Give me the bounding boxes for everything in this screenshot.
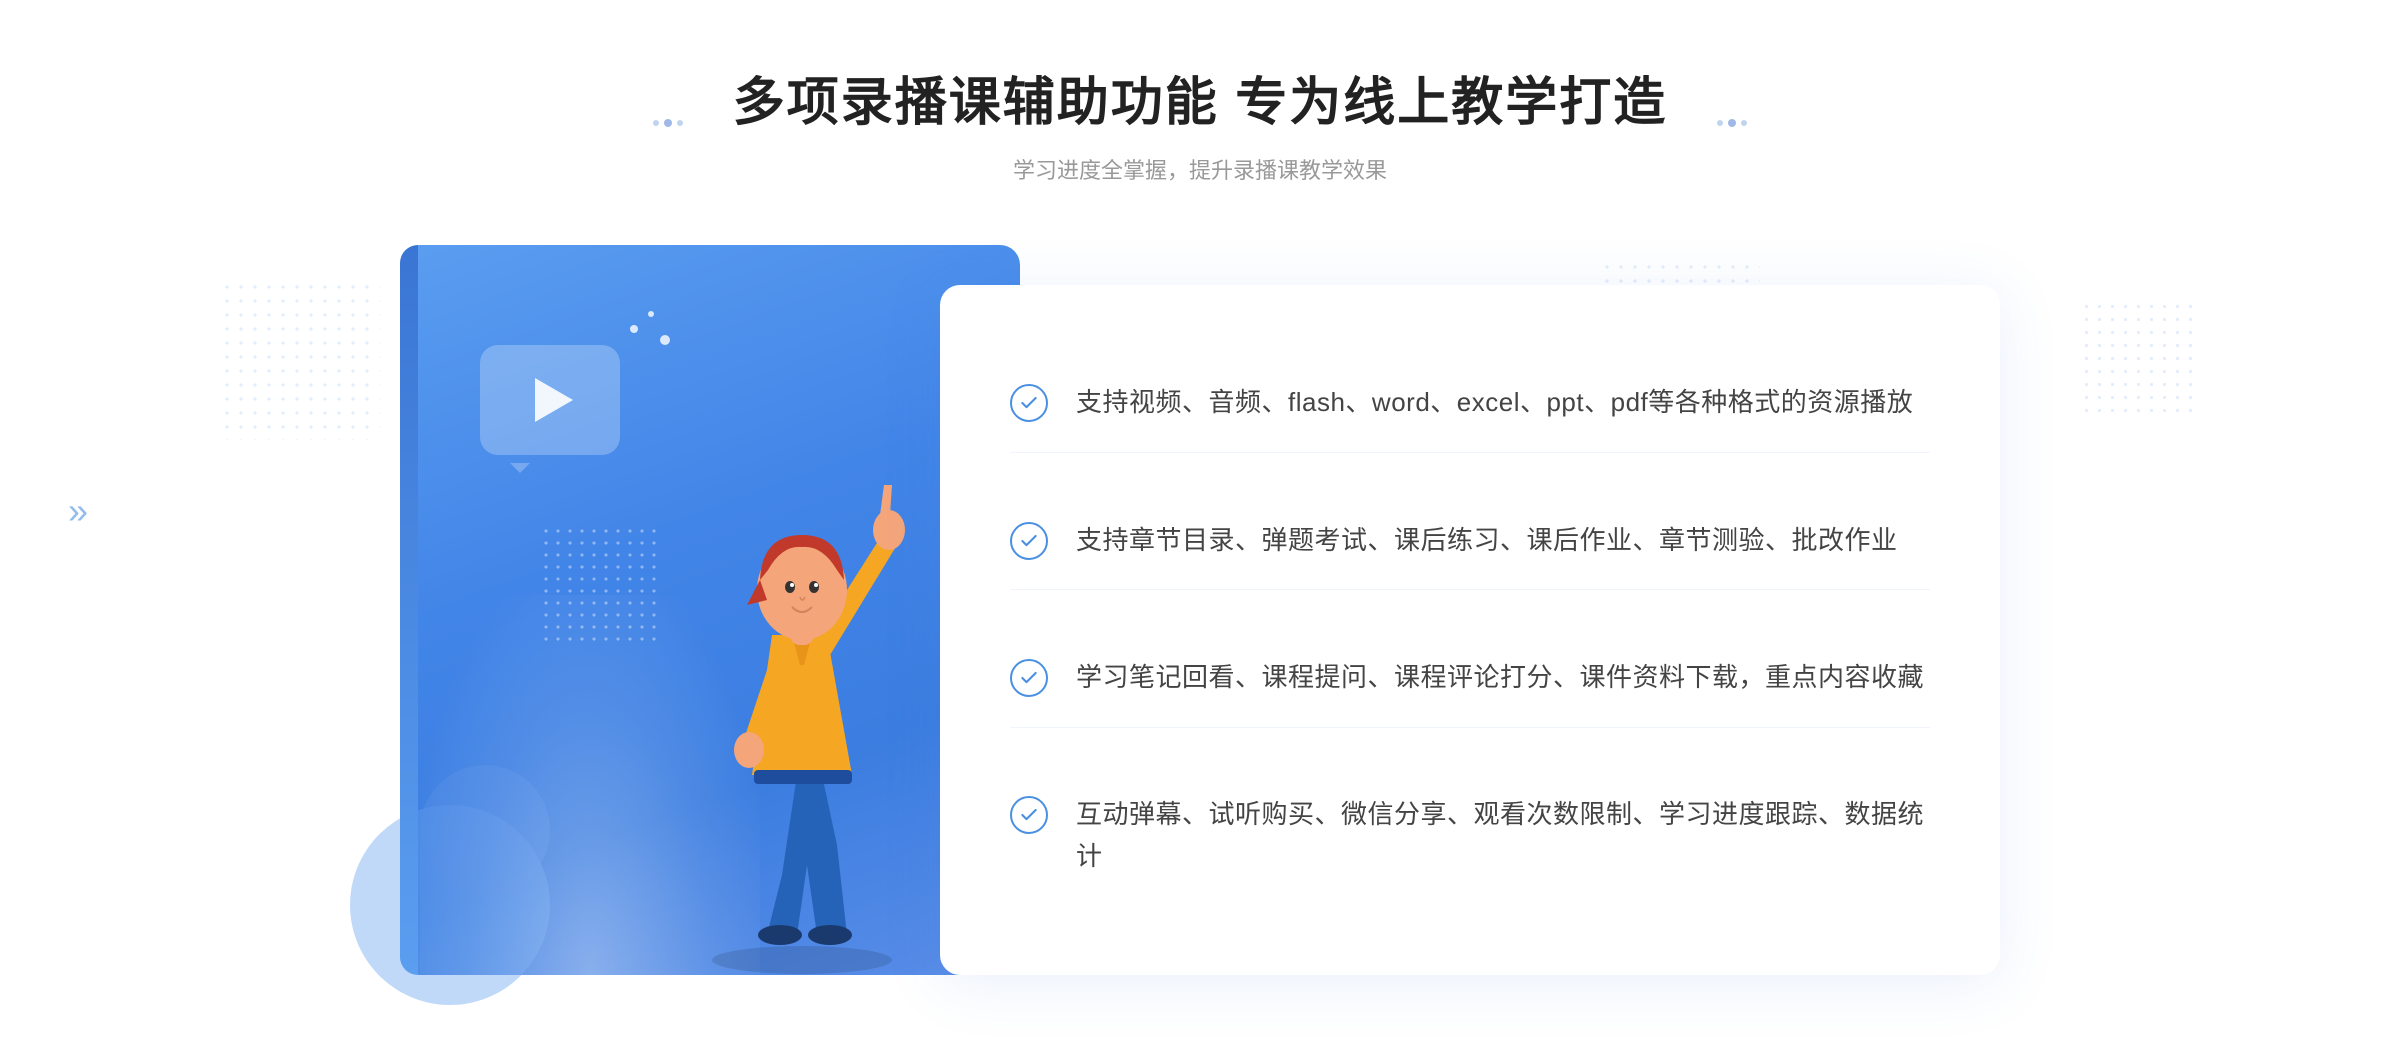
dot-pattern-right-bg	[2080, 300, 2200, 420]
feature-item-4: 互动弹幕、试听购买、微信分享、观看次数限制、学习进度跟踪、数据统计	[1010, 766, 1930, 905]
feature-item-2: 支持章节目录、弹题考试、课后练习、课后作业、章节测验、批改作业	[1010, 492, 1930, 591]
header-dots-left	[653, 119, 683, 127]
dot-overlay	[540, 525, 660, 645]
left-bar	[400, 245, 418, 975]
check-icon-3	[1010, 659, 1048, 697]
feature-item-1: 支持视频、音频、flash、word、excel、ppt、pdf等各种格式的资源…	[1010, 354, 1930, 453]
feature-text-2: 支持章节目录、弹题考试、课后练习、课后作业、章节测验、批改作业	[1076, 520, 1898, 562]
main-title: 多项录播课辅助功能 专为线上教学打造	[733, 60, 1667, 135]
header-section: 多项录播课辅助功能 专为线上教学打造 学习进度全掌握，提升录播课教学效果	[733, 60, 1667, 185]
check-icon-2	[1010, 522, 1048, 560]
page-wrapper: » 多项录播课辅助功能 专为线上教学打造 学习进度全掌握，提升录播课教学效果	[0, 0, 2400, 1055]
feature-text-3: 学习笔记回看、课程提问、课程评论打分、课件资料下载，重点内容收藏	[1076, 657, 1924, 699]
check-icon-4	[1010, 796, 1048, 834]
sub-title: 学习进度全掌握，提升录播课教学效果	[733, 153, 1667, 185]
feature-text-1: 支持视频、音频、flash、word、excel、ppt、pdf等各种格式的资源…	[1076, 382, 1913, 424]
content-area: 支持视频、音频、flash、word、excel、ppt、pdf等各种格式的资源…	[400, 245, 2000, 975]
chevron-left-deco: »	[68, 490, 88, 532]
feature-item-3: 学习笔记回看、课程提问、课程评论打分、课件资料下载，重点内容收藏	[1010, 629, 1930, 728]
check-icon-1	[1010, 384, 1048, 422]
figure-container	[602, 395, 962, 975]
play-bubble	[480, 345, 620, 455]
feature-text-4: 互动弹幕、试听购买、微信分享、观看次数限制、学习进度跟踪、数据统计	[1076, 794, 1930, 877]
illustration-panel	[400, 245, 1020, 975]
dot-pattern-left	[220, 280, 380, 440]
header-dots-right	[1717, 119, 1747, 127]
features-panel: 支持视频、音频、flash、word、excel、ppt、pdf等各种格式的资源…	[940, 285, 2000, 975]
play-icon	[535, 378, 573, 422]
person-illustration	[652, 405, 952, 975]
